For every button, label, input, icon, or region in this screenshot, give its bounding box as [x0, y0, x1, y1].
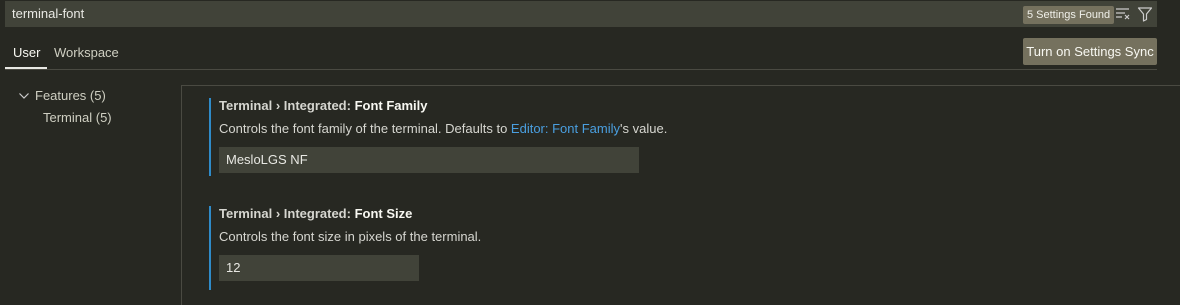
- description-text: Controls the font size in pixels of the …: [219, 229, 482, 244]
- description-suffix: 's value.: [620, 121, 668, 136]
- settings-search-bar[interactable]: terminal-font 5 Settings Found: [5, 1, 1157, 27]
- description-text: Controls the font family of the terminal…: [219, 121, 511, 136]
- toc-group-label: Features (5): [35, 88, 106, 103]
- setting-category: Terminal › Integrated:: [219, 206, 355, 221]
- setting-title: Terminal › Integrated: Font Family: [219, 98, 428, 113]
- turn-on-settings-sync-button[interactable]: Turn on Settings Sync: [1023, 38, 1157, 65]
- setting-name: Font Size: [354, 206, 413, 221]
- tab-user[interactable]: User: [13, 45, 40, 60]
- toc-group-features[interactable]: Features (5): [17, 88, 106, 103]
- font-size-input[interactable]: 12: [219, 255, 419, 281]
- results-count-badge: 5 Settings Found: [1023, 6, 1115, 24]
- chevron-down-icon: [19, 92, 29, 99]
- font-family-input[interactable]: MesloLGS NF: [219, 147, 639, 173]
- setting-title: Terminal › Integrated: Font Size: [219, 206, 412, 221]
- tabs-divider: [5, 69, 1157, 70]
- setting-focus-bar: [209, 206, 211, 290]
- editor-font-family-link[interactable]: Editor: Font Family: [511, 121, 620, 136]
- toc-item-terminal[interactable]: Terminal (5): [43, 110, 112, 125]
- setting-description: Controls the font size in pixels of the …: [219, 229, 481, 244]
- filter-icon[interactable]: [1137, 6, 1153, 22]
- setting-description: Controls the font family of the terminal…: [219, 121, 667, 136]
- search-input[interactable]: terminal-font: [12, 6, 84, 21]
- setting-focus-bar: [209, 98, 211, 176]
- setting-category: Terminal › Integrated:: [219, 98, 355, 113]
- clear-filter-icon[interactable]: [1115, 7, 1131, 21]
- tab-workspace[interactable]: Workspace: [54, 45, 119, 60]
- setting-name: Font Family: [354, 98, 428, 113]
